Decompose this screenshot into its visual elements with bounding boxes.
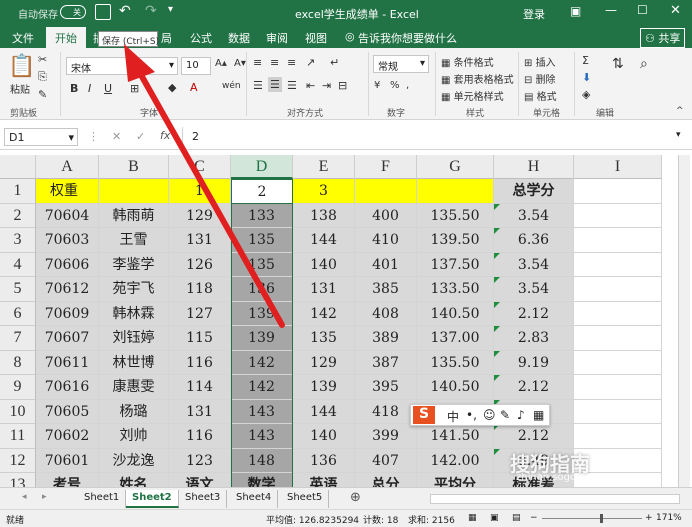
annotation-arrow [124, 44, 285, 328]
